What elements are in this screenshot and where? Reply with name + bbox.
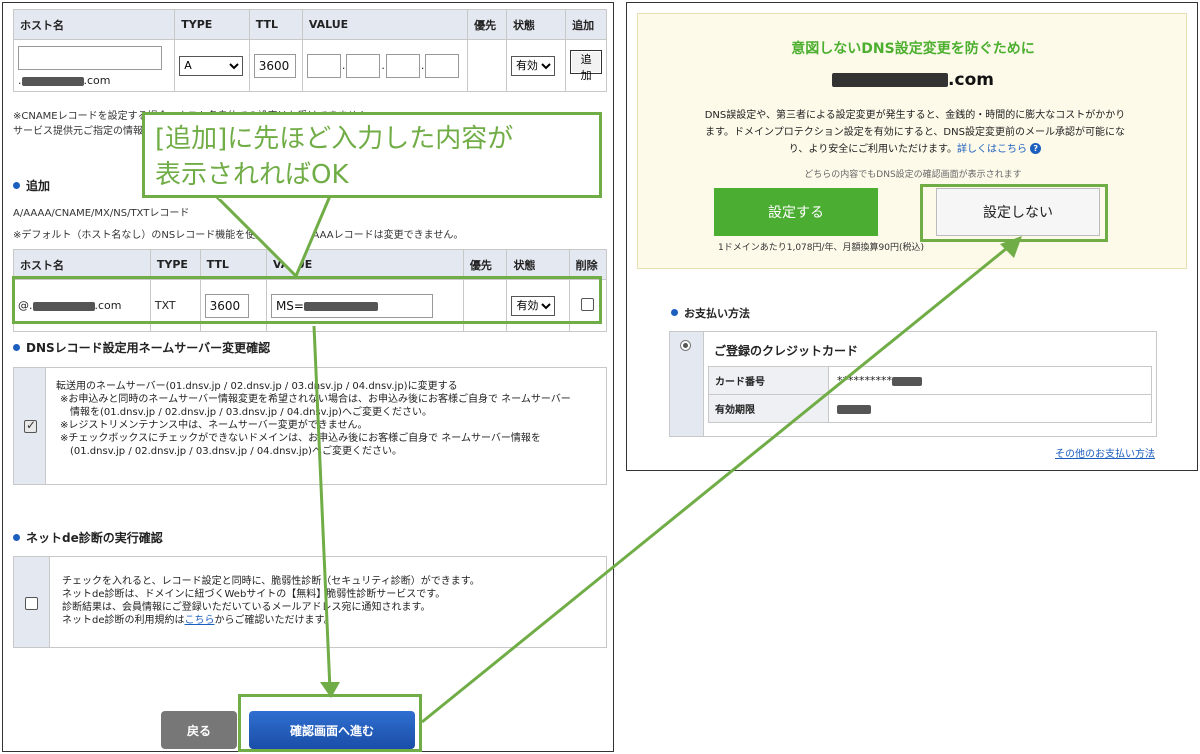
enable-protection-button[interactable]: 設定する — [714, 188, 878, 236]
col-type: TYPE — [149, 249, 201, 280]
col-status: 状態 — [505, 9, 567, 40]
col-add: 追加 — [565, 9, 607, 40]
highlight-disable-button — [920, 184, 1108, 242]
card-number-value: ********** — [828, 366, 1152, 395]
col-status: 状態 — [506, 249, 570, 280]
promo-domain: .com — [638, 70, 1188, 90]
col-host: ホスト名 — [12, 9, 176, 40]
expiry-row: 有効期限 — [708, 394, 1152, 423]
netde-section-title: ネットde診断の実行確認 — [13, 529, 163, 546]
promo-sub-note: どちらの内容でもDNS設定の確認画面が表示されます — [804, 170, 1022, 180]
card-number-label: カード番号 — [708, 366, 829, 395]
ip-octet-2-input[interactable] — [346, 53, 381, 78]
saved-card-radio[interactable] — [680, 340, 691, 351]
expiry-label: 有効期限 — [708, 394, 829, 423]
payment-section-title: お支払い方法 — [671, 305, 750, 321]
ns-change-checkbox[interactable] — [24, 418, 37, 433]
new-record-row: . .com A 3600 . . . 有効 追加 — [12, 39, 607, 92]
domain-protection-panel: 意図しないDNS設定変更を防ぐために .com DNS誤設定や、第三者による設定… — [626, 2, 1198, 471]
ttl-input[interactable]: 3600 — [253, 53, 296, 78]
highlight-added-row — [12, 276, 602, 324]
col-value: VALUE — [265, 249, 464, 280]
add-section-title: 追加 — [13, 177, 50, 194]
ip-octet-4-input[interactable] — [425, 53, 460, 78]
bullet-icon — [671, 309, 678, 316]
back-button[interactable]: 戻る — [161, 711, 237, 749]
card-info-table: カード番号 ********** 有効期限 — [708, 366, 1152, 423]
netde-checkbox[interactable] — [25, 597, 38, 610]
annotation-callout: [追加]に先ほど入力した内容が 表示されればOK — [142, 112, 602, 198]
col-ttl: TTL — [199, 249, 267, 280]
highlight-confirm-button — [238, 694, 422, 752]
ip-octet-3-input[interactable] — [385, 53, 420, 78]
default-ns-note: ※デフォルト（ホスト名なし）のNSレコード機能を使用中は、A/AAAAレコードは… — [13, 230, 464, 241]
price-note: 1ドメインあたり1,078円/年、月額換算90円(税込) — [718, 243, 924, 253]
card-number-row: カード番号 ********** — [708, 366, 1152, 395]
callout-text: [追加]に先ほど入力した内容が 表示されればOK — [155, 124, 514, 190]
added-records-header-row: ホスト名 TYPE TTL VALUE 優先 状態 削除 — [13, 249, 608, 280]
add-record-button[interactable]: 追加 — [570, 49, 602, 82]
status-select[interactable]: 有効 — [510, 55, 555, 76]
ip-value-inputs: . . . — [306, 53, 463, 78]
bullet-icon — [13, 344, 20, 351]
other-payment-link[interactable]: その他のお支払い方法 — [1055, 445, 1155, 460]
col-ttl: TTL — [248, 9, 303, 40]
saved-card-title: ご登録のクレジットカード — [714, 344, 859, 358]
col-priority: 優先 — [467, 9, 507, 40]
new-record-header-row: ホスト名 TYPE TTL VALUE 優先 状態 追加 — [12, 9, 607, 40]
netde-text: チェックを入れると、レコード設定と同時に、脆弱性診断（セキュリティ診断）ができま… — [62, 576, 480, 626]
ns-change-text: 転送用のネームサーバー(01.dnsv.jp / 02.dnsv.jp / 03… — [56, 381, 571, 457]
expiry-value — [828, 394, 1152, 423]
type-select[interactable]: A — [179, 55, 244, 76]
host-domain-label: . .com — [18, 74, 111, 87]
col-type: TYPE — [174, 9, 250, 40]
bullet-icon — [13, 182, 20, 189]
promo-description: DNS誤設定や、第三者による設定変更が発生すると、金銭的・時間的に膨大なコストが… — [704, 110, 1126, 155]
col-host: ホスト名 — [13, 249, 151, 280]
ns-section-title: DNSレコード設定用ネームサーバー変更確認 — [13, 339, 270, 356]
help-icon[interactable]: ? — [1030, 143, 1042, 154]
record-types-label: A/AAAA/CNAME/MX/NS/TXTレコード — [13, 208, 190, 219]
payment-method-box: ご登録のクレジットカード カード番号 ********** 有効期限 — [669, 331, 1157, 437]
col-priority: 優先 — [462, 249, 508, 280]
netde-terms-link[interactable]: こちら — [185, 615, 215, 626]
host-name-input[interactable] — [18, 46, 162, 70]
new-record-table: ホスト名 TYPE TTL VALUE 優先 状態 追加 . .com A 360… — [12, 9, 607, 92]
priority-cell — [467, 39, 507, 92]
ip-octet-1-input[interactable] — [306, 53, 341, 78]
bullet-icon — [13, 534, 20, 541]
col-delete: 削除 — [568, 249, 608, 280]
details-link[interactable]: 詳しくはこちら — [957, 144, 1027, 155]
ns-change-box: 転送用のネームサーバー(01.dnsv.jp / 02.dnsv.jp / 03… — [13, 367, 607, 485]
netde-box: チェックを入れると、レコード設定と同時に、脆弱性診断（セキュリティ診断）ができま… — [13, 556, 607, 648]
promo-title: 意図しないDNS設定変更を防ぐために — [791, 41, 1035, 57]
col-value: VALUE — [301, 9, 469, 40]
